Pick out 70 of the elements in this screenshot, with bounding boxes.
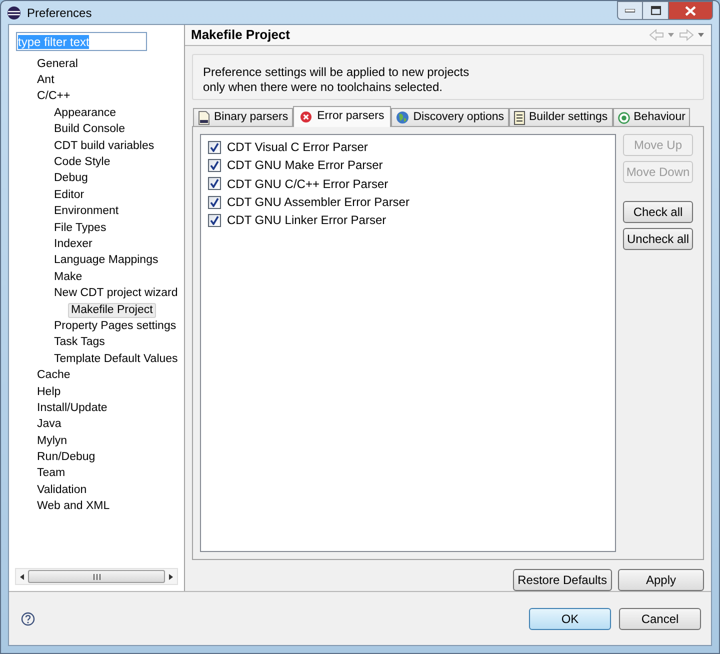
maximize-button[interactable]	[643, 1, 669, 20]
tree-item[interactable]: Validation	[37, 484, 87, 497]
parser-label: CDT GNU Assembler Error Parser	[227, 194, 410, 212]
tree-item[interactable]: Install/Update	[37, 402, 108, 415]
tree-item[interactable]: New CDT project wizard	[54, 287, 178, 300]
tree-item[interactable]: Template Default Values	[54, 352, 178, 366]
list-icon	[514, 110, 526, 124]
parser-label: CDT GNU C/C++ Error Parser	[227, 176, 388, 193]
tree-item[interactable]: Mylyn	[37, 434, 68, 448]
radio-target-icon	[618, 112, 630, 124]
globe-icon	[396, 111, 410, 124]
tree-item[interactable]: Make	[54, 270, 82, 284]
tree-item[interactable]: Property Pages settings	[54, 320, 176, 333]
tree-item[interactable]: Team	[37, 467, 66, 480]
tab[interactable]: Builder settings	[509, 108, 613, 126]
minimize-button[interactable]	[617, 1, 643, 20]
parser-label: CDT GNU Make Error Parser	[227, 157, 383, 174]
tree-item[interactable]: Ant	[37, 74, 54, 88]
minimize-icon	[625, 8, 635, 12]
parser-label: CDT GNU Linker Error Parser	[227, 212, 386, 230]
close-icon	[685, 6, 696, 16]
tree-item[interactable]: Help	[37, 386, 61, 398]
binary-file-icon	[198, 110, 210, 124]
checkbox[interactable]	[208, 196, 221, 209]
grip-icon	[92, 574, 100, 580]
tree-item[interactable]: Web and XML	[37, 500, 110, 514]
checkbox[interactable]	[208, 177, 221, 190]
tree-item[interactable]: Indexer	[54, 238, 92, 251]
tree-item[interactable]: Code Style	[54, 156, 110, 170]
tree-item[interactable]: Makefile Project	[68, 302, 156, 318]
info-text: Preference settings will be applied to new projects	[203, 65, 470, 80]
tree-item[interactable]: General	[37, 58, 78, 71]
checkbox[interactable]	[208, 158, 221, 172]
side-button[interactable]: Check all	[623, 201, 693, 223]
tree-item[interactable]: Editor	[54, 188, 84, 202]
tree-item[interactable]: Appearance	[54, 106, 116, 120]
checkbox[interactable]	[208, 140, 221, 154]
forward-arrow-icon[interactable]	[679, 29, 705, 41]
tree-item[interactable]: C/C++	[37, 90, 70, 104]
info-text: only when there were no toolchains selected.	[203, 80, 444, 95]
tree-item[interactable]: Cache	[37, 369, 70, 382]
page-title: Makefile Project	[191, 26, 290, 44]
tree-item[interactable]: Language Mappings	[54, 254, 158, 268]
tree-item[interactable]: Debug	[54, 172, 88, 186]
side-button[interactable]: Uncheck all	[623, 228, 693, 250]
app-icon	[7, 6, 21, 20]
close-button[interactable]	[669, 1, 713, 20]
tab[interactable]: Discovery options	[391, 108, 510, 126]
error-icon	[300, 111, 312, 123]
tab[interactable]: Behaviour	[612, 108, 690, 126]
tree-item[interactable]: Java	[37, 418, 62, 432]
parser-label: CDT Visual C Error Parser	[227, 139, 368, 156]
restore-defaults-button[interactable]: Restore Defaults	[512, 569, 612, 591]
tree-item[interactable]: Environment	[54, 205, 119, 218]
tree-item[interactable]: Run/Debug	[37, 451, 96, 464]
checkbox[interactable]	[208, 214, 221, 227]
tree-item[interactable]: File Types	[54, 222, 106, 235]
horizontal-scrollbar[interactable]	[15, 568, 178, 585]
tree-item[interactable]: CDT build variables	[54, 140, 154, 153]
ok-button[interactable]: OK	[529, 608, 611, 630]
window-title: Preferences	[27, 4, 92, 22]
tab[interactable]: Error parsers	[293, 106, 392, 127]
back-arrow-icon[interactable]	[649, 29, 675, 41]
tab[interactable]: Binary parsers	[193, 108, 294, 126]
cancel-button[interactable]: Cancel	[619, 608, 701, 630]
tree-item[interactable]: Task Tags	[54, 336, 105, 350]
maximize-icon	[650, 6, 660, 15]
help-icon[interactable]	[21, 612, 35, 626]
tree-item[interactable]: Build Console	[54, 123, 125, 136]
apply-button[interactable]: Apply	[618, 569, 704, 591]
